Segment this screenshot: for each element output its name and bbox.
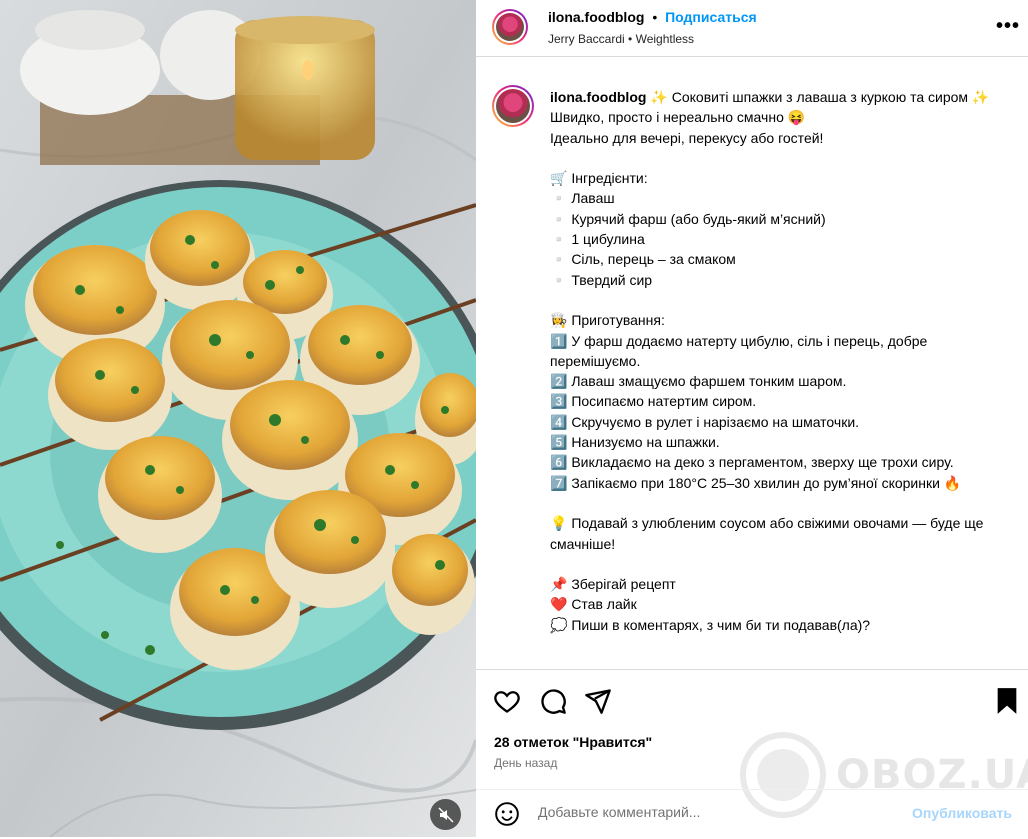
comment-bar: Опубликовать (476, 789, 1028, 839)
audio-info[interactable]: Jerry Baccardi • Weightless (548, 32, 694, 46)
share-icon[interactable] (584, 687, 612, 715)
publish-button[interactable]: Опубликовать (912, 805, 1012, 821)
food-photo (0, 0, 476, 837)
audio-track: Weightless (635, 32, 695, 46)
post-actions: 28 отметок "Нравится" День назад OBOZ.UA… (476, 669, 1028, 838)
follow-button[interactable]: Подписаться (665, 9, 757, 25)
comment-input[interactable] (538, 804, 838, 820)
mute-button[interactable] (430, 799, 461, 830)
bookmark-icon[interactable] (995, 687, 1019, 715)
post-media-video[interactable] (0, 0, 476, 837)
heart-icon[interactable] (493, 687, 521, 715)
post-side-panel: ilona.foodblog • Подписаться Jerry Bacca… (476, 0, 1028, 837)
caption-scroll-area[interactable]: ilona.foodblog ✨ Соковиті шпажки з лаваша… (476, 57, 1028, 669)
post-caption: ilona.foodblog ✨ Соковиті шпажки з лаваша… (550, 87, 990, 635)
mute-icon (437, 806, 454, 823)
header-line: ilona.foodblog • Подписаться (548, 9, 757, 25)
separator-dot: • (628, 32, 633, 46)
likes-count[interactable]: 28 отметок "Нравится" (494, 734, 652, 750)
post-timestamp[interactable]: День назад (494, 756, 557, 770)
avatar[interactable] (492, 85, 534, 127)
audio-artist: Jerry Baccardi (548, 32, 625, 46)
caption-username[interactable]: ilona.foodblog (550, 89, 646, 105)
username-link[interactable]: ilona.foodblog (548, 9, 644, 25)
separator-dot: • (652, 9, 658, 25)
comment-icon[interactable] (539, 687, 567, 715)
emoji-icon[interactable] (494, 801, 520, 827)
more-dots-icon[interactable]: ••• (996, 15, 1020, 38)
caption-text: ✨ Соковиті шпажки з лаваша з куркою та с… (550, 89, 990, 633)
post-header: ilona.foodblog • Подписаться Jerry Bacca… (476, 0, 1028, 57)
avatar[interactable] (492, 9, 528, 45)
